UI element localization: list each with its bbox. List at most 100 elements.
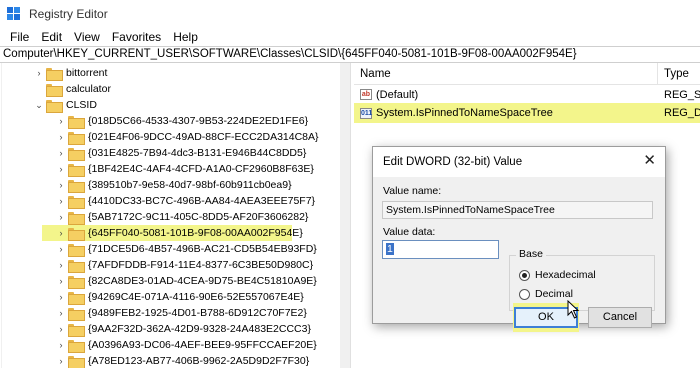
- radio-checked-icon: [519, 269, 530, 281]
- tree-item-label: {A78ED123-AB77-406B-9962-2A5D9D2F7F30}: [88, 355, 310, 367]
- tree-item-label: {018D5C66-4533-4307-9B53-224DE2ED1FE6}: [88, 115, 309, 127]
- folder-icon: [68, 339, 85, 353]
- tree-item-label: {5AB7172C-9C11-405C-8DD5-AF20F3606282}: [88, 211, 309, 223]
- radio-hexadecimal[interactable]: Hexadecimal: [519, 269, 596, 281]
- window-title: Registry Editor: [29, 6, 108, 21]
- tree-item-clsid-child[interactable]: › {7AFDFDDB-F914-11E4-8377-6C3BE50D980C}: [56, 257, 313, 273]
- value-row-default[interactable]: ab (Default) REG_SZ: [354, 86, 700, 103]
- tree-item-clsid-child[interactable]: › {031E4825-7B94-4dc3-B131-E946B44C8DD5}: [56, 145, 306, 161]
- menu-bar: File Edit View Favorites Help: [0, 27, 700, 46]
- expand-icon[interactable]: ›: [56, 148, 66, 158]
- menu-edit[interactable]: Edit: [35, 30, 68, 44]
- dialog-body: Value name: System.IsPinnedToNameSpaceTr…: [373, 177, 665, 323]
- menu-help[interactable]: Help: [167, 30, 204, 44]
- tree-item-label: {031E4825-7B94-4dc3-B131-E946B44C8DD5}: [88, 147, 307, 159]
- collapse-icon[interactable]: ⌄: [34, 100, 44, 111]
- expand-icon[interactable]: ›: [56, 308, 66, 318]
- expand-icon[interactable]: ›: [56, 324, 66, 334]
- tree-item-calculator[interactable]: calculator: [34, 81, 111, 97]
- column-name-header[interactable]: Name: [360, 68, 391, 80]
- tree-item-clsid-child[interactable]: › {9AA2F32D-362A-42D9-9328-24A483E2CCC3}: [56, 321, 311, 337]
- tree-item-label: {9AA2F32D-362A-42D9-9328-24A483E2CCC3}: [88, 323, 311, 335]
- tree-scrollbar[interactable]: [340, 63, 350, 368]
- close-icon[interactable]: ✕: [643, 153, 656, 169]
- tree-item-label: {645FF040-5081-101B-9F08-00AA002F954E}: [88, 227, 303, 239]
- folder-icon: [68, 227, 85, 241]
- folder-icon: [68, 115, 85, 129]
- tree-item-label: {94269C4E-071A-4116-90E6-52E557067E4E}: [88, 291, 304, 303]
- radio-decimal[interactable]: Decimal: [519, 288, 573, 300]
- expand-icon[interactable]: ›: [56, 116, 66, 126]
- tree-item-clsid[interactable]: ⌄ CLSID: [34, 97, 97, 113]
- expand-icon[interactable]: ›: [56, 276, 66, 286]
- value-name: System.IsPinnedToNameSpaceTree: [376, 107, 553, 119]
- folder-icon: [68, 147, 85, 161]
- menu-favorites[interactable]: Favorites: [106, 30, 167, 44]
- column-separator[interactable]: [657, 63, 658, 85]
- expand-icon[interactable]: ›: [56, 180, 66, 190]
- folder-icon: [68, 179, 85, 193]
- folder-icon: [46, 99, 63, 113]
- tree-item-label: {9489FEB2-1925-4D01-B788-6D912C70F7E2}: [88, 307, 307, 319]
- value-data-input[interactable]: 1: [382, 240, 499, 259]
- tree-item-clsid-child[interactable]: › {A0396A93-DC06-4AEF-BEE9-95FFCCAEF20E}: [56, 337, 317, 353]
- radio-label: Hexadecimal: [535, 269, 596, 281]
- tree-item-clsid-child[interactable]: › {94269C4E-071A-4116-90E6-52E557067E4E}: [56, 289, 304, 305]
- expand-icon[interactable]: ›: [56, 132, 66, 142]
- tree-item-clsid-child[interactable]: › {A78ED123-AB77-406B-9962-2A5D9D2F7F30}: [56, 353, 309, 368]
- expand-icon[interactable]: ›: [56, 228, 66, 238]
- tree-item-label: {71DCE5D6-4B57-496B-AC21-CD5B54EB93FD}: [88, 243, 317, 255]
- expand-icon[interactable]: ›: [56, 356, 66, 366]
- dialog-title-bar[interactable]: Edit DWORD (32-bit) Value ✕: [373, 147, 665, 177]
- menu-file[interactable]: File: [4, 30, 35, 44]
- expand-icon[interactable]: ›: [56, 340, 66, 350]
- tree-item-clsid-child[interactable]: › {82CA8DE3-01AD-4CEA-9D75-BE4C51810A9E}: [56, 273, 317, 289]
- title-bar: Registry Editor: [0, 0, 700, 27]
- expand-icon[interactable]: ›: [56, 292, 66, 302]
- tree-item-label: {A0396A93-DC06-4AEF-BEE9-95FFCCAEF20E}: [88, 339, 317, 351]
- folder-icon: [68, 211, 85, 225]
- tree-item-selected[interactable]: › {645FF040-5081-101B-9F08-00AA002F954E}: [42, 225, 303, 241]
- value-data-text: 1: [386, 243, 394, 255]
- tree-item-clsid-child[interactable]: › {021E4F06-9DCC-49AD-88CF-ECC2DA314C8A}: [56, 129, 319, 145]
- tree-item-clsid-child[interactable]: › {9489FEB2-1925-4D01-B788-6D912C70F7E2}: [56, 305, 307, 321]
- menu-view[interactable]: View: [68, 30, 106, 44]
- tree-item-clsid-child[interactable]: › {4410DC33-BC7C-496B-AA84-4AEA3EEE75F7}: [56, 193, 315, 209]
- tree-item-label: {1BF42E4C-4AF4-4CFD-A1A0-CF2960B8F63E}: [88, 163, 314, 175]
- base-group-label: Base: [516, 248, 546, 260]
- expand-icon[interactable]: ›: [56, 196, 66, 206]
- expand-icon[interactable]: ›: [34, 68, 44, 78]
- address-bar[interactable]: Computer\HKEY_CURRENT_USER\SOFTWARE\Clas…: [0, 46, 700, 63]
- folder-icon: [68, 275, 85, 289]
- folder-icon: [68, 307, 85, 321]
- expand-icon[interactable]: ›: [56, 244, 66, 254]
- value-type: REG_SZ: [664, 88, 700, 101]
- folder-icon: [68, 355, 85, 368]
- key-tree[interactable]: › bittorrent calculator ⌄ CLSID › {018D5…: [0, 63, 350, 368]
- expand-icon[interactable]: ›: [56, 164, 66, 174]
- column-type-header[interactable]: Type: [664, 68, 689, 80]
- value-name-field: System.IsPinnedToNameSpaceTree: [382, 201, 653, 219]
- value-data-label: Value data:: [383, 226, 436, 238]
- folder-icon: [68, 131, 85, 145]
- tree-item-label: {4410DC33-BC7C-496B-AA84-4AEA3EEE75F7}: [88, 195, 316, 207]
- mouse-pointer-icon: [567, 300, 580, 319]
- tree-item-clsid-child[interactable]: › {5AB7172C-9C11-405C-8DD5-AF20F3606282}: [56, 209, 308, 225]
- tree-item-clsid-child[interactable]: › {389510b7-9e58-40d7-98bf-60b911cb0ea9}: [56, 177, 292, 193]
- folder-icon: [46, 83, 63, 97]
- tree-item-clsid-child[interactable]: › {018D5C66-4533-4307-9B53-224DE2ED1FE6}: [56, 113, 308, 129]
- expand-icon[interactable]: ›: [56, 212, 66, 222]
- tree-item-clsid-child[interactable]: › {71DCE5D6-4B57-496B-AC21-CD5B54EB93FD}: [56, 241, 317, 257]
- cancel-button[interactable]: Cancel: [588, 307, 652, 328]
- tree-item-bittorrent[interactable]: › bittorrent: [34, 65, 107, 81]
- folder-icon: [68, 163, 85, 177]
- edit-dword-dialog: Edit DWORD (32-bit) Value ✕ Value name: …: [372, 146, 666, 332]
- tree-item-label: {389510b7-9e58-40d7-98bf-60b911cb0ea9}: [88, 179, 292, 191]
- expand-icon[interactable]: ›: [56, 260, 66, 270]
- dialog-title: Edit DWORD (32-bit) Value: [383, 156, 523, 168]
- radio-label: Decimal: [535, 288, 573, 300]
- tree-item-label: {021E4F06-9DCC-49AD-88CF-ECC2DA314C8A}: [88, 131, 319, 143]
- tree-item-clsid-child[interactable]: › {1BF42E4C-4AF4-4CFD-A1A0-CF2960B8F63E}: [56, 161, 314, 177]
- tree-item-label: calculator: [66, 83, 111, 95]
- value-row-selected[interactable]: 011 System.IsPinnedToNameSpaceTree REG_D…: [354, 103, 700, 123]
